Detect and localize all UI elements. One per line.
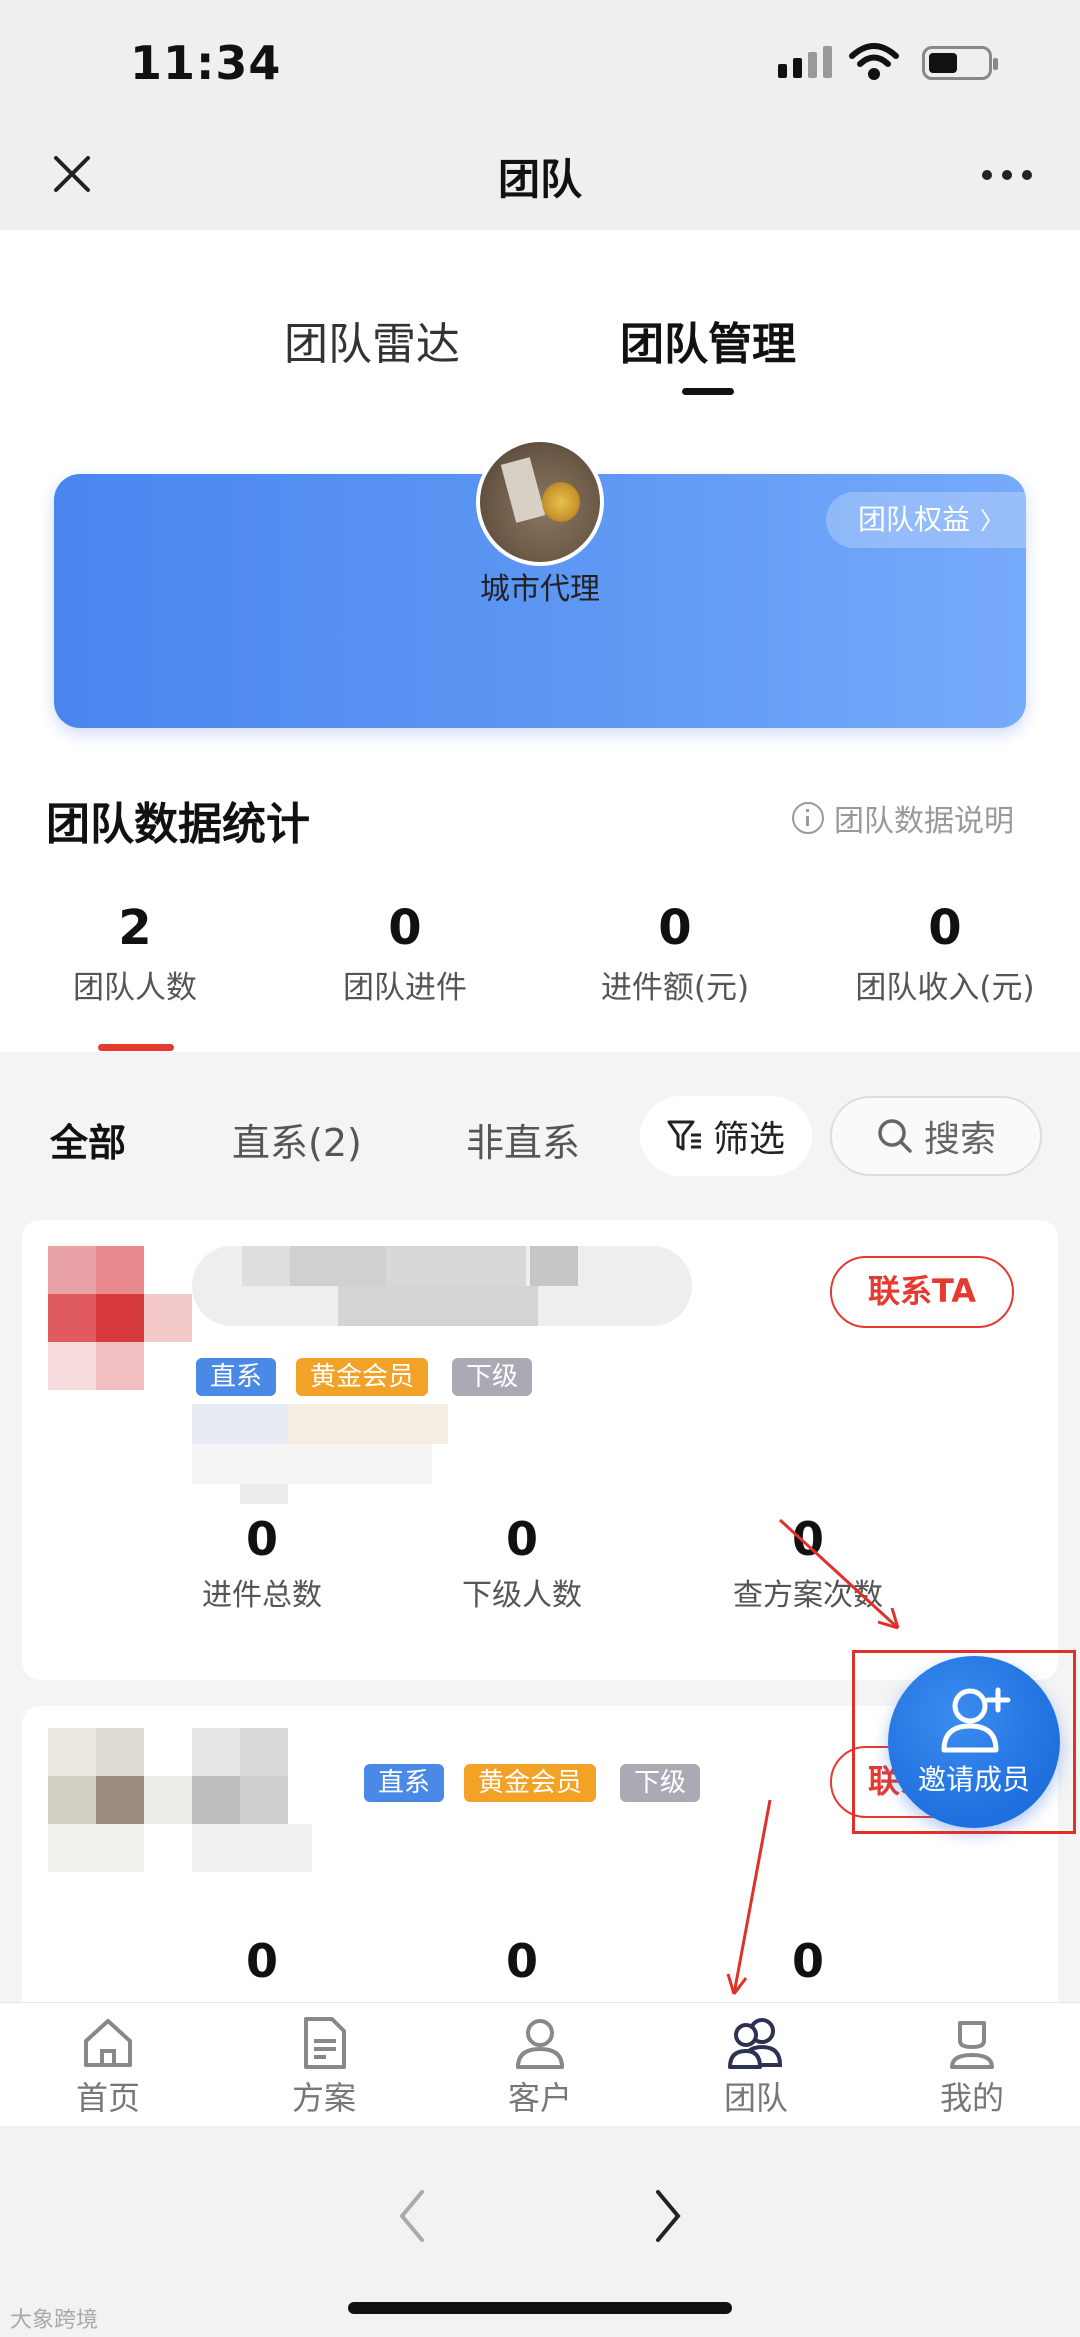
team-rights-label: 团队权益 — [858, 503, 971, 536]
member-avatar-pixelated — [48, 1728, 348, 1878]
profile-icon — [950, 2021, 994, 2069]
search-button[interactable]: 搜索 — [830, 1096, 1042, 1176]
role-label: 城市代理 — [480, 572, 600, 607]
filter-button[interactable]: 筛选 — [640, 1096, 812, 1176]
person-icon — [516, 2019, 564, 2069]
avatar[interactable] — [476, 438, 604, 566]
tab-team[interactable]: 团队 — [648, 2015, 864, 2119]
browser-toolbar — [0, 2126, 1080, 2337]
stat-value: 0 — [658, 900, 692, 956]
annotation-arrow — [778, 1518, 900, 1630]
stats-note-label: 团队数据说明 — [834, 804, 1014, 839]
annotation-arrow — [726, 1799, 772, 1995]
tab-team-radar[interactable]: 团队雷达 — [284, 308, 460, 372]
member-stat-label: 下级人数 — [462, 1578, 582, 1613]
member-stat-applications: 0 进件总数 — [152, 1512, 372, 1614]
tab-plans[interactable]: 方案 — [216, 2015, 432, 2119]
bottom-tab-bar: 首页 方案 客户 团队 我的 — [0, 2002, 1080, 2126]
team-icon — [728, 2018, 783, 2069]
more-icon[interactable] — [982, 170, 1032, 180]
member-name-pixelated — [192, 1246, 692, 1326]
stats-note-link[interactable]: 团队数据说明 — [792, 796, 1014, 840]
watermark-text: 大象跨境 — [10, 2308, 99, 2333]
tag-direct: 直系 — [364, 1764, 445, 1802]
member-stat-value: 0 — [505, 1512, 538, 1566]
member-stat-label: 进件总数 — [202, 1578, 322, 1613]
annotation-box — [852, 1650, 1076, 1834]
stat-label: 团队收入(元) — [855, 970, 1035, 1006]
tab-label: 团队 — [723, 2079, 788, 2117]
stat-application-amount[interactable]: 0 进件额(元) — [540, 900, 810, 1007]
tag-subordinate: 下级 — [620, 1764, 701, 1802]
member-avatar-pixelated — [48, 1246, 198, 1396]
tab-label: 首页 — [75, 2079, 140, 2117]
filter-tab-indirect[interactable]: 非直系 — [466, 1112, 580, 1167]
tab-team-management[interactable]: 团队管理 — [620, 308, 796, 372]
member-stat-applications: 0 — [152, 1934, 372, 1988]
stat-team-members[interactable]: 2 团队人数 — [0, 900, 270, 1007]
stat-label: 团队进件 — [343, 970, 467, 1006]
filter-row: 全部 直系(2) 非直系 筛选 搜索 — [0, 1096, 1080, 1180]
member-stat-value: 0 — [505, 1934, 538, 1988]
top-tabs: 团队雷达 团队管理 — [0, 300, 1080, 400]
tab-label: 方案 — [291, 2079, 356, 2117]
member-stat-subordinates: 0 下级人数 — [412, 1512, 632, 1614]
wifi-icon — [849, 43, 899, 80]
tag-subordinate: 下级 — [452, 1358, 533, 1396]
filter-icon — [667, 1120, 701, 1151]
document-icon — [304, 2017, 346, 2069]
tag-direct: 直系 — [196, 1358, 277, 1396]
member-stat-value: 0 — [245, 1934, 278, 1988]
home-indicator[interactable] — [348, 2302, 732, 2314]
stat-team-applications[interactable]: 0 团队进件 — [270, 900, 540, 1007]
page-title: 团队 — [497, 155, 582, 204]
stats-title: 团队数据统计 — [46, 799, 310, 850]
stat-active-indicator — [98, 1044, 174, 1051]
tab-label: 我的 — [939, 2079, 1004, 2117]
stat-value: 0 — [388, 900, 422, 956]
member-stat-subordinates: 0 — [412, 1934, 632, 1988]
home-icon — [84, 2019, 132, 2067]
tab-active-indicator — [682, 388, 734, 395]
info-icon — [792, 802, 824, 834]
stat-value: 0 — [928, 900, 962, 956]
nav-bar: 团队 — [0, 120, 1080, 230]
stat-label: 进件额(元) — [600, 970, 750, 1006]
status-bar: 11:34 — [0, 0, 1080, 120]
tab-label: 客户 — [507, 2079, 572, 2117]
chevron-right-icon: 〉 — [980, 507, 1005, 535]
member-stat-value: 0 — [245, 1512, 278, 1566]
tab-home[interactable]: 首页 — [0, 2015, 216, 2119]
search-label: 搜索 — [923, 1119, 996, 1160]
status-time: 11:34 — [130, 36, 282, 90]
battery-icon — [922, 46, 998, 80]
filter-label: 筛选 — [712, 1119, 785, 1160]
tag-gold-member: 黄金会员 — [296, 1358, 429, 1396]
filter-tab-direct[interactable]: 直系(2) — [232, 1112, 362, 1167]
tag-gold-member: 黄金会员 — [464, 1764, 597, 1802]
back-arrow-icon[interactable] — [392, 2186, 432, 2246]
filter-tab-all[interactable]: 全部 — [50, 1112, 126, 1167]
search-icon — [878, 1119, 912, 1153]
member-info-pixelated — [192, 1404, 462, 1514]
stat-value: 2 — [118, 900, 152, 956]
contact-button[interactable]: 联系TA — [830, 1256, 1014, 1328]
tab-customers[interactable]: 客户 — [432, 2015, 648, 2119]
stat-team-income[interactable]: 0 团队收入(元) — [810, 900, 1080, 1007]
forward-arrow-icon[interactable] — [648, 2186, 688, 2246]
stat-label: 团队人数 — [73, 970, 197, 1006]
tab-mine[interactable]: 我的 — [864, 2015, 1080, 2119]
signal-icon — [778, 46, 832, 78]
team-rights-button[interactable]: 团队权益〉 — [826, 492, 1026, 548]
